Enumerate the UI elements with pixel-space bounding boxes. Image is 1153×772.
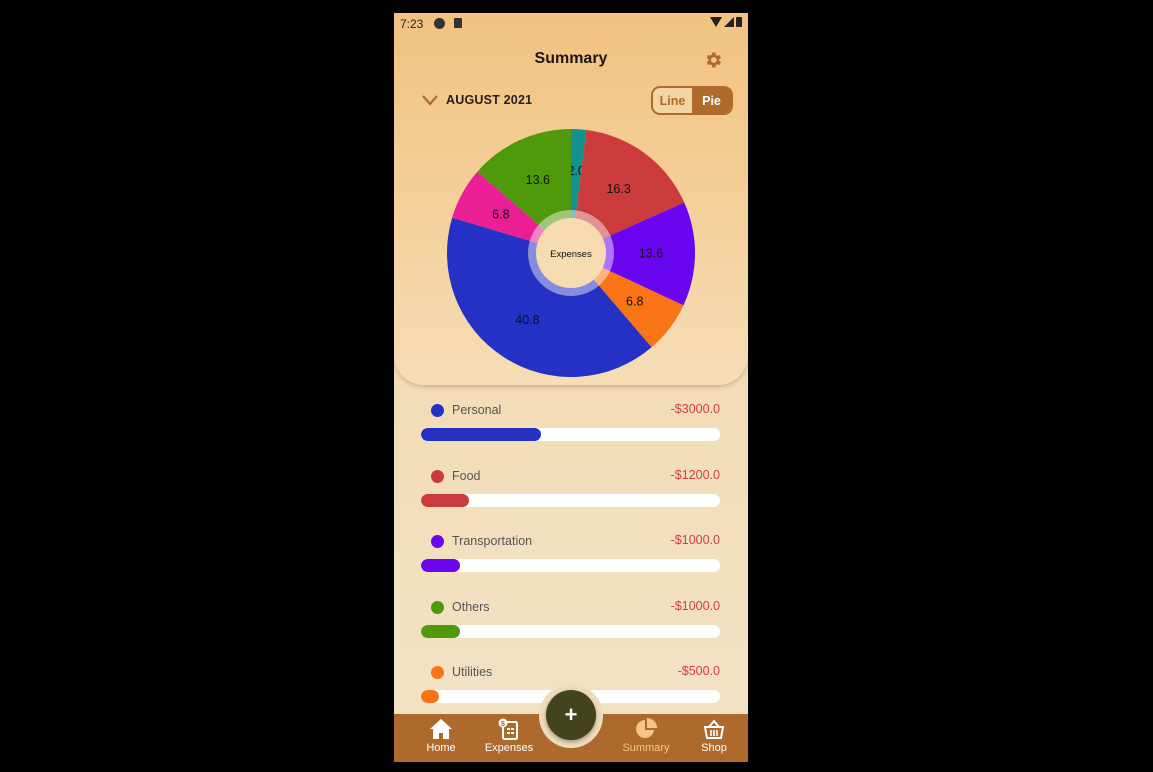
home-icon xyxy=(430,719,452,739)
nav-shop-label: Shop xyxy=(701,742,727,754)
nav-expenses[interactable]: $ Expenses xyxy=(479,718,539,754)
pie-slice-label: 40.8 xyxy=(515,313,539,327)
nav-expenses-label: Expenses xyxy=(484,742,534,754)
category-row-personal[interactable]: Personal -$3000.0 xyxy=(394,393,748,459)
toggle-line-option[interactable]: Line xyxy=(653,88,692,113)
pie-chart-icon xyxy=(636,718,657,738)
category-progress-fill xyxy=(421,559,460,572)
status-icons xyxy=(710,17,742,27)
category-amount: -$1000.0 xyxy=(670,598,720,613)
category-row-others[interactable]: Others -$1000.0 xyxy=(394,590,748,656)
expenses-icon: $ xyxy=(498,718,518,740)
category-amount: -$3000.0 xyxy=(670,402,720,416)
category-name: Personal xyxy=(452,403,502,417)
nav-summary-label: Summary xyxy=(622,742,670,754)
category-color-dot xyxy=(431,535,444,548)
shopping-basket-icon xyxy=(703,719,725,739)
category-color-dot xyxy=(431,404,444,417)
page-title: Summary xyxy=(534,50,608,67)
category-color-dot xyxy=(431,600,444,614)
category-progress-bar xyxy=(421,624,720,638)
category-name: Others xyxy=(452,599,490,614)
category-row-food[interactable]: Food -$1200.0 xyxy=(394,459,748,525)
category-row-transportation[interactable]: Transportation -$1000.0 xyxy=(394,524,748,590)
category-name: Transportation xyxy=(452,534,533,548)
nav-home-label: Home xyxy=(426,742,456,754)
category-amount: -$500.0 xyxy=(677,664,720,678)
category-amount: -$1000.0 xyxy=(670,533,720,547)
category-progress-fill xyxy=(421,690,439,703)
chevron-down-icon xyxy=(422,95,438,106)
category-amount: -$1200.0 xyxy=(670,467,720,482)
nav-home[interactable]: Home xyxy=(411,718,471,754)
category-color-dot xyxy=(431,469,444,483)
pie-center-label: Expenses xyxy=(550,249,592,260)
category-name: Food xyxy=(452,468,481,483)
svg-text:$: $ xyxy=(501,721,505,728)
sd-card-icon xyxy=(454,18,462,28)
chart-view-toggle[interactable]: Line Pie xyxy=(651,86,733,115)
month-selector[interactable]: AUGUST 2021 xyxy=(422,93,532,107)
add-expense-button[interactable]: + xyxy=(546,690,596,740)
category-color-dot xyxy=(431,666,444,679)
pie-slice-label: 6.8 xyxy=(626,294,643,308)
status-time: 7:23 xyxy=(400,17,424,31)
category-progress-bar xyxy=(421,493,720,507)
pie-slice-label: 13.6 xyxy=(526,173,550,187)
pie-slice-label: 13.6 xyxy=(639,247,663,261)
app-screen: 7:23 Summary AUGUST 2021 Line Pie 2.0 16.… xyxy=(394,13,748,762)
category-progress-bar xyxy=(421,559,720,572)
month-label: AUGUST 2021 xyxy=(446,93,533,107)
notification-icon xyxy=(434,18,445,29)
category-progress-bar xyxy=(421,428,720,441)
nav-summary[interactable]: Summary xyxy=(616,718,676,754)
pie-slice-label: 16.3 xyxy=(606,182,630,196)
toggle-pie-option[interactable]: Pie xyxy=(692,88,731,113)
expenses-pie-chart: 2.016.313.66.840.86.813.6Expenses xyxy=(447,129,695,377)
cell-signal-icon xyxy=(724,17,734,27)
category-name: Utilities xyxy=(452,665,493,679)
status-bar: 7:23 xyxy=(394,13,748,35)
category-progress-fill xyxy=(421,428,541,441)
battery-icon xyxy=(736,17,742,27)
category-progress-fill xyxy=(421,493,469,507)
pie-slice-label: 6.8 xyxy=(492,208,509,222)
nav-shop[interactable]: Shop xyxy=(684,718,744,754)
wifi-icon xyxy=(710,17,722,27)
gear-icon[interactable] xyxy=(703,50,723,70)
category-progress-fill xyxy=(421,624,460,638)
